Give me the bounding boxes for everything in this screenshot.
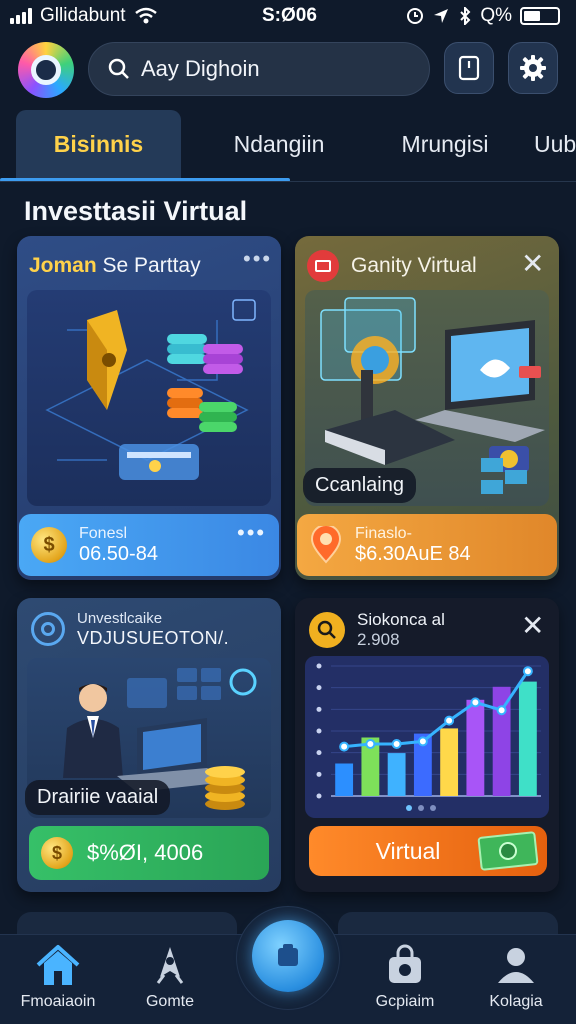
- nav-home[interactable]: Fmoaiaoin: [3, 943, 113, 1021]
- card-title: Ganity Virtual: [351, 254, 477, 277]
- y-tick: [316, 685, 322, 691]
- investment-card-1[interactable]: Joman Se Parttay ••• $ Fonesl 06.50-84 •…: [17, 236, 281, 580]
- y-tick: [316, 750, 322, 756]
- close-icon[interactable]: ✕: [521, 612, 544, 640]
- y-tick: [316, 728, 322, 734]
- location-pin-icon: [310, 526, 342, 564]
- trend-point: [365, 739, 376, 749]
- nav-explore[interactable]: Gomte: [115, 943, 225, 1021]
- investment-card-2[interactable]: Ganity Virtual ✕ Ccanlaing Finaslo- $6.3…: [295, 236, 559, 580]
- coin-icon: $: [31, 527, 67, 563]
- bag-icon: [389, 944, 421, 983]
- card-title-highlight: Joman: [29, 254, 97, 277]
- price-value: $%ØI, 4006: [87, 840, 204, 865]
- trend-point: [496, 705, 507, 716]
- trend-point: [417, 736, 428, 747]
- card-badge-icon: [307, 250, 339, 282]
- card-title: Siokonca al: [357, 610, 445, 629]
- card-tag: Drairiie vaaial: [25, 780, 171, 815]
- trend-point: [391, 739, 402, 749]
- search-input[interactable]: Aay Dighoin: [141, 56, 260, 82]
- virtual-button[interactable]: Virtual: [309, 826, 547, 876]
- battery-icon: [520, 7, 560, 25]
- section-title: Investtasii Virtual: [24, 196, 248, 226]
- price-bar[interactable]: $ $%ØI, 4006: [29, 826, 269, 880]
- bookmark-button[interactable]: [444, 42, 494, 94]
- chart-bar: [466, 699, 485, 796]
- chart-bar: [518, 681, 537, 796]
- category-tabs: Bisinnis Ndangiin Mrungisi Uub: [0, 110, 576, 182]
- user-icon: [498, 948, 534, 983]
- trend-point: [339, 741, 350, 752]
- add-asset-icon: [278, 944, 298, 966]
- coin-icon: $: [41, 837, 73, 869]
- more-options-icon[interactable]: •••: [243, 246, 272, 272]
- virtual-button-label: Virtual: [375, 837, 441, 864]
- app-logo[interactable]: [18, 42, 74, 98]
- nav-portfolio[interactable]: Gcpiaim: [350, 943, 460, 1021]
- battery-percent: Q%: [480, 5, 512, 26]
- target-icon: [31, 612, 65, 646]
- y-tick: [316, 793, 322, 799]
- y-tick: [316, 771, 322, 777]
- pager-dot[interactable]: [418, 805, 424, 811]
- status-bar: Gllidabunt S:Ø06 Q%: [0, 0, 576, 32]
- center-action-button[interactable]: [252, 920, 324, 992]
- location-icon: [434, 9, 449, 23]
- bookmark-icon: [458, 55, 480, 81]
- carrier-name: Gllidabunt: [40, 5, 126, 26]
- bar-chart: [305, 656, 549, 818]
- app-header: Aay Dighoin: [0, 38, 576, 102]
- bluetooth-icon: [460, 7, 471, 25]
- price-more-icon[interactable]: •••: [237, 520, 266, 546]
- cash-icon: [477, 831, 539, 871]
- tab-mrungisi[interactable]: Mrungisi: [384, 110, 506, 178]
- finance-illustration: [27, 290, 271, 506]
- trend-point: [444, 715, 455, 726]
- rocket-icon: [156, 947, 184, 984]
- wifi-icon: [134, 7, 157, 24]
- chart-bar: [335, 763, 354, 796]
- chart-bar: [387, 753, 406, 796]
- price-bar[interactable]: $ Fonesl 06.50-84 •••: [19, 514, 279, 576]
- price-value: 06.50-84: [79, 542, 158, 565]
- investment-card-4[interactable]: Siokonca al 2.908 ✕ Virtual: [295, 598, 559, 892]
- chart-bar: [440, 728, 459, 796]
- signal-icon: [10, 8, 32, 24]
- card-title: Se Parttay: [102, 254, 201, 277]
- search-icon: [108, 58, 129, 79]
- card-tag: Ccanlaing: [303, 468, 416, 503]
- trend-point: [522, 666, 533, 677]
- search-bar[interactable]: Aay Dighoin: [88, 42, 430, 96]
- home-icon: [36, 945, 80, 985]
- gear-icon: [520, 55, 546, 81]
- y-tick: [316, 663, 322, 669]
- pager-dot[interactable]: [406, 805, 412, 811]
- alarm-icon: [407, 8, 424, 24]
- price-value: $6.30AuE 84: [355, 542, 471, 565]
- close-icon[interactable]: ✕: [521, 250, 544, 278]
- y-tick: [316, 706, 322, 712]
- nav-profile[interactable]: Kolagia: [461, 943, 571, 1021]
- tab-uub[interactable]: Uub: [534, 110, 576, 178]
- pager-dot[interactable]: [430, 805, 436, 811]
- bar-chart-svg: [316, 663, 541, 811]
- card-subtitle: Unvestlcaike: [77, 610, 163, 627]
- price-bar[interactable]: Finaslo- $6.30AuE 84: [297, 514, 557, 576]
- price-label: Fonesl: [79, 524, 128, 542]
- magnifier-icon: [309, 612, 345, 648]
- settings-button[interactable]: [508, 42, 558, 94]
- price-label: Finaslo-: [355, 524, 412, 542]
- investment-card-3[interactable]: Unvestlcaike VDJUSUEOTON/. Drairiie vaai…: [17, 598, 281, 892]
- card-title: VDJUSUEOTON/.: [77, 628, 230, 648]
- tab-ndangiin[interactable]: Ndangiin: [210, 110, 348, 178]
- card-subtitle: 2.908: [357, 630, 400, 649]
- clock: S:Ø06: [262, 5, 317, 26]
- tab-bisinnis[interactable]: Bisinnis: [16, 110, 181, 178]
- trend-point: [470, 697, 481, 708]
